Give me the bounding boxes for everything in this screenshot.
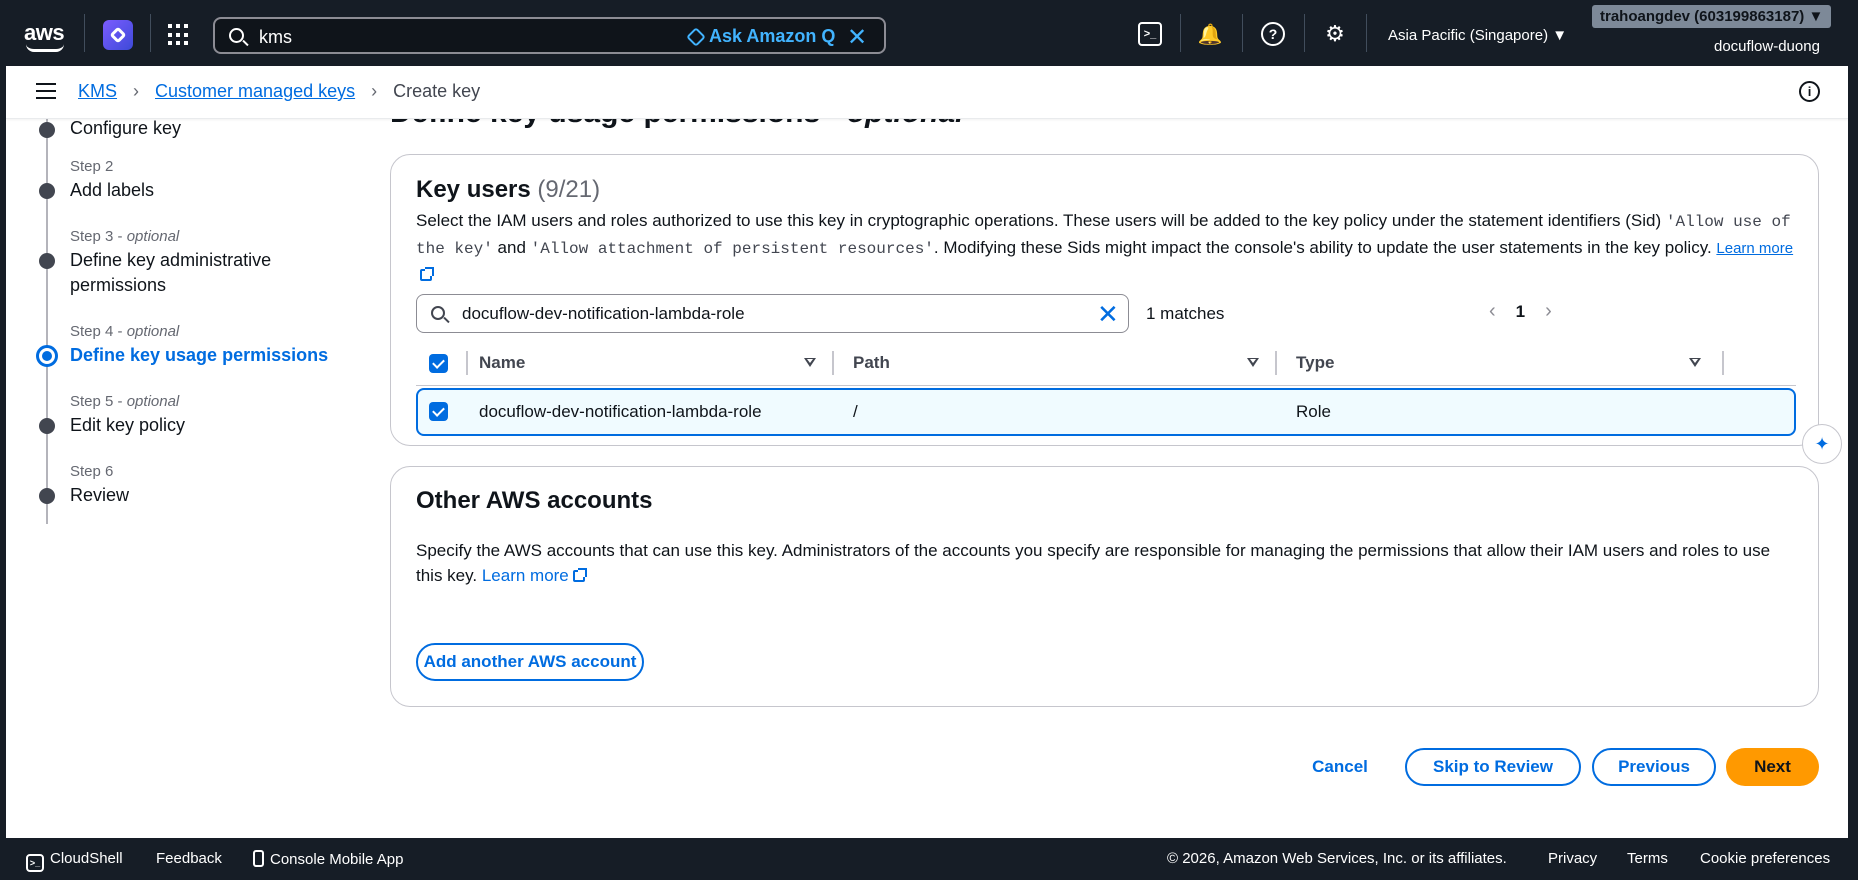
breadcrumb: KMS › Customer managed keys › Create key	[78, 81, 480, 102]
key-users-container: Key users (9/21) Select the IAM users an…	[390, 154, 1819, 446]
previous-page-icon[interactable]: ‹	[1489, 300, 1496, 323]
step-4-title[interactable]: Define key usage permissions	[70, 343, 328, 368]
row-path: /	[853, 402, 858, 421]
search-icon	[229, 28, 244, 43]
amazon-q-hex-icon	[686, 26, 706, 47]
other-accounts-title: Other AWS accounts	[416, 487, 653, 514]
key-users-count: (9/21)	[537, 176, 601, 203]
row-type: Role	[1296, 402, 1331, 421]
gear-icon[interactable]: ⚙	[1323, 21, 1347, 46]
chevron-right-icon: ›	[133, 81, 140, 101]
wizard-steps: Configure key Step 2 Add labels Step 3 -…	[34, 100, 354, 524]
table-header: Name Path Type	[416, 341, 1796, 386]
global-search-input[interactable]: kms Ask Amazon Q ✕	[213, 17, 886, 54]
step-5-title[interactable]: Edit key policy	[70, 413, 185, 438]
row-checkbox[interactable]	[429, 402, 448, 421]
step-1-title[interactable]: Configure key	[70, 116, 181, 141]
select-all-checkbox[interactable]	[429, 354, 448, 373]
region-selector[interactable]: Asia Pacific (Singapore) ▼	[1388, 27, 1567, 44]
aws-logo-text: aws	[24, 20, 65, 45]
other-aws-accounts-container: Other AWS accounts Specify the AWS accou…	[390, 466, 1819, 707]
ask-amazon-q-button[interactable]: Ask Amazon Q	[686, 26, 835, 47]
caret-down-icon: ▼	[1552, 27, 1568, 44]
step-4-number: Step 4 - optional	[70, 323, 180, 340]
sort-icon[interactable]	[1689, 358, 1701, 367]
breadcrumb-current: Create key	[393, 81, 481, 101]
step-6-title[interactable]: Review	[70, 483, 129, 508]
step-4-dot-current	[36, 345, 58, 367]
breadcrumb-customer-managed-keys[interactable]: Customer managed keys	[155, 81, 355, 102]
cloudshell-icon[interactable]: >_	[1138, 22, 1162, 46]
step-3-number: Step 3 - optional	[70, 228, 180, 245]
external-link-icon	[572, 568, 587, 582]
step-6-dot	[39, 488, 55, 504]
step-6-number: Step 6	[70, 463, 114, 480]
column-header-path[interactable]: Path	[853, 353, 890, 373]
row-name: docuflow-dev-notification-lambda-role	[479, 402, 762, 421]
cloudshell-icon: >_	[26, 854, 44, 872]
step-5-number: Step 5 - optional	[70, 393, 180, 410]
search-value: kms	[259, 27, 292, 47]
next-button[interactable]: Next	[1726, 748, 1819, 786]
amazon-q-icon[interactable]	[103, 20, 133, 50]
footer-feedback-link[interactable]: Feedback	[156, 850, 222, 867]
step-2-number: Step 2	[70, 158, 114, 175]
footer-mobile-app-link[interactable]: Console Mobile App	[253, 850, 403, 868]
user-name[interactable]: docuflow-duong	[1714, 38, 1820, 55]
previous-button[interactable]: Previous	[1592, 748, 1716, 786]
cancel-button[interactable]: Cancel	[1300, 748, 1380, 786]
next-page-icon[interactable]: ›	[1545, 300, 1552, 323]
footer-terms-link[interactable]: Terms	[1627, 850, 1668, 867]
other-accounts-description: Specify the AWS accounts that can use th…	[416, 541, 1771, 585]
pagination: ‹ 1 ›	[1489, 300, 1552, 323]
step-3-title[interactable]: Define key administrative permissions	[70, 248, 310, 298]
sparkle-droplet-icon[interactable]: ✦	[1802, 424, 1842, 464]
account-menu[interactable]: trahoangdev (603199863187) ▼	[1592, 5, 1832, 28]
page-number[interactable]: 1	[1516, 302, 1525, 322]
other-accounts-learn-more-link[interactable]: Learn more	[482, 566, 587, 585]
sort-icon[interactable]	[1247, 358, 1259, 367]
chevron-right-icon: ›	[371, 81, 378, 101]
clear-search-icon[interactable]: ✕	[847, 23, 867, 52]
info-icon[interactable]: i	[1799, 81, 1820, 102]
filter-matches-count: 1 matches	[1146, 304, 1225, 323]
footer: >_ CloudShell Feedback Console Mobile App…	[0, 838, 1858, 880]
services-grid-icon[interactable]	[168, 24, 190, 46]
footer-cloudshell-link[interactable]: >_ CloudShell	[26, 850, 123, 872]
footer-cookie-preferences-link[interactable]: Cookie preferences	[1700, 850, 1830, 867]
step-2-dot	[39, 183, 55, 199]
footer-copyright: © 2026, Amazon Web Services, Inc. or its…	[1167, 850, 1507, 867]
column-header-name[interactable]: Name	[479, 353, 525, 373]
bell-icon[interactable]: 🔔	[1198, 22, 1223, 46]
table-row[interactable]: docuflow-dev-notification-lambda-role / …	[416, 388, 1796, 436]
key-users-title: Key users (9/21)	[416, 176, 601, 203]
window-frame-right	[1848, 0, 1858, 880]
step-5-dot	[39, 418, 55, 434]
external-link-icon	[420, 267, 434, 281]
clear-filter-icon[interactable]: ✕	[1097, 299, 1119, 330]
step-1-dot	[39, 122, 55, 138]
column-header-type[interactable]: Type	[1296, 353, 1334, 373]
footer-privacy-link[interactable]: Privacy	[1548, 850, 1597, 867]
skip-to-review-button[interactable]: Skip to Review	[1405, 748, 1581, 786]
aws-logo[interactable]: aws	[24, 20, 68, 52]
key-users-description: Select the IAM users and roles authorize…	[416, 208, 1796, 288]
add-another-aws-account-button[interactable]: Add another AWS account	[416, 643, 644, 681]
breadcrumb-bar: KMS › Customer managed keys › Create key…	[6, 66, 1848, 119]
window-frame-left	[0, 0, 6, 880]
top-navigation: aws kms Ask Amazon Q ✕ >_ 🔔 ? ⚙ Asia Pac…	[0, 0, 1858, 66]
step-3-dot	[39, 253, 55, 269]
menu-icon[interactable]	[36, 83, 56, 99]
search-icon	[431, 306, 445, 320]
phone-icon	[253, 850, 264, 867]
help-icon[interactable]: ?	[1261, 22, 1285, 46]
caret-down-icon: ▼	[1808, 8, 1824, 25]
key-users-filter-input[interactable]: docuflow-dev-notification-lambda-role ✕	[416, 294, 1129, 333]
filter-value: docuflow-dev-notification-lambda-role	[462, 304, 745, 323]
step-2-title[interactable]: Add labels	[70, 178, 154, 203]
breadcrumb-kms[interactable]: KMS	[78, 81, 117, 102]
sort-icon[interactable]	[804, 358, 816, 367]
